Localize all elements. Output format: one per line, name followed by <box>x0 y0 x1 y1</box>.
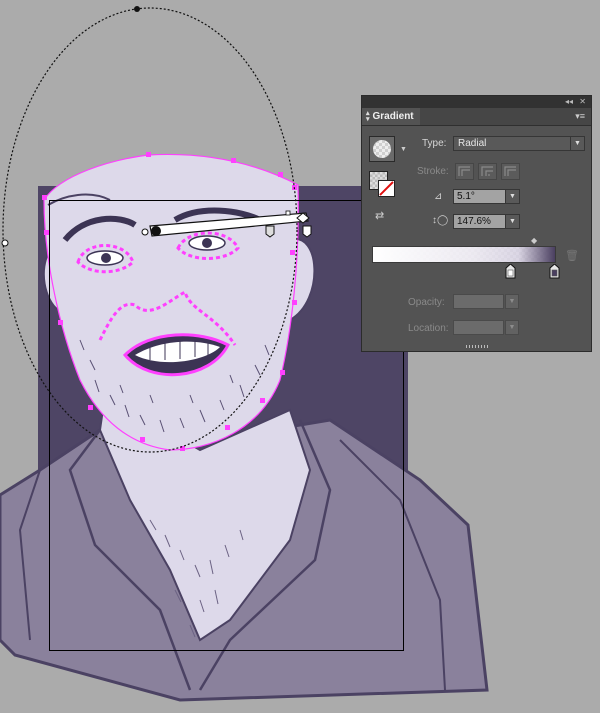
reverse-gradient-icon[interactable]: ⇄ <box>375 209 384 222</box>
stroke-along-icon <box>481 166 493 176</box>
stroke-across-button[interactable] <box>501 163 520 180</box>
ellipse-left-handle[interactable] <box>1 239 9 247</box>
stroke-within-icon <box>458 166 470 176</box>
expand-collapse-icon[interactable]: ▴ ▾ <box>366 110 370 123</box>
location-label: Location: <box>408 323 449 334</box>
stroke-label: Stroke: <box>417 166 449 177</box>
fill-stroke-indicator[interactable] <box>369 171 395 197</box>
stroke-within-button[interactable] <box>455 163 474 180</box>
opacity-dropdown[interactable]: ▼ <box>505 294 519 309</box>
gradient-type-value: Radial <box>458 138 487 149</box>
aspect-ratio-value: 147.6% <box>457 216 491 227</box>
angle-dropdown[interactable]: ▼ <box>505 189 520 204</box>
aspect-ratio-dropdown[interactable]: ▼ <box>505 214 520 229</box>
opacity-label: Opacity: <box>408 297 445 308</box>
aspect-ratio-icon: ↕◯ <box>432 215 449 226</box>
none-stroke-icon <box>379 181 394 196</box>
close-icon[interactable]: ✕ <box>579 96 586 108</box>
stroke-swatch[interactable] <box>378 180 395 197</box>
gradient-slider[interactable] <box>372 246 556 263</box>
gradient-panel: ◂◂ ✕ ▴ ▾ Gradient ▾≡ ▼ Type: Radial ▼ Str… <box>361 95 592 352</box>
left-iris <box>101 253 111 263</box>
angle-value: 5.1° <box>457 191 475 202</box>
panel-resize-grip[interactable] <box>466 345 488 348</box>
location-dropdown[interactable]: ▼ <box>505 320 519 335</box>
color-stop-white[interactable] <box>505 264 516 279</box>
angle-input[interactable]: 5.1° <box>453 189 509 204</box>
chevron-down-icon[interactable]: ▼ <box>400 146 407 153</box>
tab-gradient-label: Gradient <box>372 111 414 122</box>
panel-menu-icon[interactable]: ▾≡ <box>575 111 585 122</box>
double-chevron-icon[interactable]: ◂◂ <box>565 96 573 108</box>
panel-tab-bar: ▴ ▾ Gradient ▾≡ <box>362 108 591 126</box>
aspect-ratio-input[interactable]: 147.6% <box>453 214 509 229</box>
trash-icon[interactable]: 🗑 <box>565 249 579 262</box>
stroke-across-icon <box>504 166 516 176</box>
tab-gradient[interactable]: ▴ ▾ Gradient <box>362 108 420 125</box>
color-stop-dark[interactable] <box>549 264 560 279</box>
gradient-type-select[interactable]: Radial ▼ <box>453 136 585 151</box>
type-label: Type: <box>422 138 447 149</box>
location-input[interactable] <box>453 320 504 335</box>
right-iris <box>202 238 212 248</box>
ellipse-top-handle[interactable] <box>134 6 140 12</box>
angle-icon: ⊿ <box>434 191 443 202</box>
midpoint-diamond-icon[interactable]: ◆ <box>531 236 537 245</box>
chevron-down-icon[interactable]: ▼ <box>570 137 584 150</box>
stroke-along-button[interactable] <box>478 163 497 180</box>
gradient-swatch[interactable] <box>369 136 395 162</box>
gradient-swatch-preview <box>373 140 391 158</box>
opacity-input[interactable] <box>453 294 504 309</box>
panel-title-bar[interactable]: ◂◂ ✕ <box>362 96 591 108</box>
